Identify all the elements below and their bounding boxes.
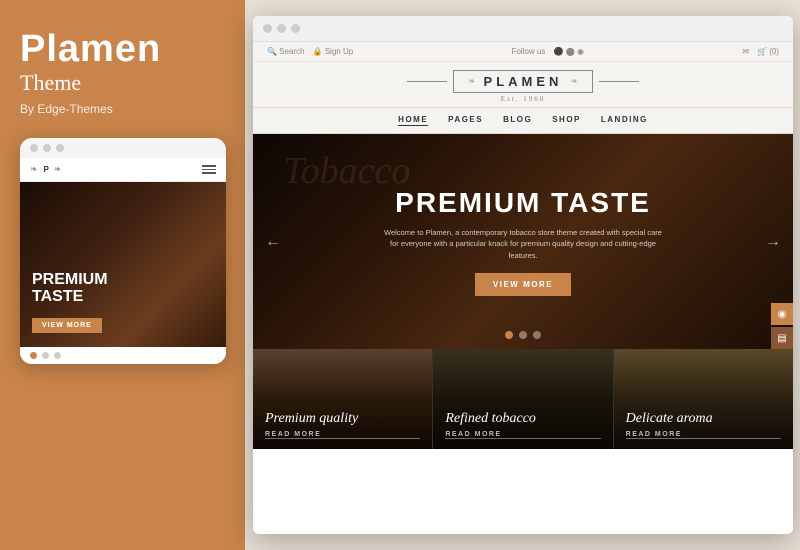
- follow-us-text: Follow us: [512, 47, 546, 56]
- nav-landing[interactable]: LANDING: [601, 115, 648, 126]
- site-top-bar-left: 🔍 Search 🔒 Sign Up: [267, 47, 353, 56]
- hero-main-title: PREMIUM TASTE: [383, 187, 663, 219]
- hero-sub-text: Welcome to Plamen, a contemporary tobacc…: [383, 227, 663, 261]
- feature-card-2-link[interactable]: READ MORE: [445, 431, 600, 439]
- hero-cta-button[interactable]: VIEW MORE: [475, 273, 571, 296]
- side-btn-2[interactable]: ▤: [771, 327, 793, 349]
- feature-card-3: Delicate aroma READ MORE: [614, 349, 793, 449]
- site-top-bar: 🔍 Search 🔒 Sign Up Follow us ⚫ ⬤ ◉ ✉ 🛒 (…: [253, 42, 793, 62]
- nav-shop[interactable]: SHOP: [552, 115, 581, 126]
- site-logo-area: ❧ PLAMEN ❧ Est. 1960: [253, 62, 793, 108]
- feature-card-1: Premium quality READ MORE: [253, 349, 433, 449]
- hero-slide-dots: [505, 331, 541, 339]
- site-nav: HOME PAGES BLOG SHOP LANDING: [253, 108, 793, 133]
- signup-link[interactable]: 🔒 Sign Up: [313, 47, 354, 56]
- brand-subtitle: Theme: [20, 70, 81, 96]
- right-side-buttons: ◉ ▤: [771, 303, 793, 349]
- hero-dot-1[interactable]: [505, 331, 513, 339]
- feature-card-1-title: Premium quality: [265, 411, 420, 427]
- site-header: 🔍 Search 🔒 Sign Up Follow us ⚫ ⬤ ◉ ✉ 🛒 (…: [253, 42, 793, 134]
- mobile-logo-deco-right: ❧: [54, 164, 64, 175]
- site-top-bar-right: ✉ 🛒 (0): [742, 47, 779, 56]
- nav-home[interactable]: HOME: [398, 115, 428, 126]
- mobile-slide-dots: [20, 347, 226, 364]
- mobile-hero: PREMIUMTASTE VIEW MORE: [20, 182, 226, 347]
- nav-pages[interactable]: PAGES: [448, 115, 483, 126]
- site-logo-text: PLAMEN: [484, 74, 563, 89]
- feature-card-2-title: Refined tobacco: [445, 411, 600, 427]
- feature-card-1-link[interactable]: READ MORE: [265, 431, 420, 439]
- logo-line-right: [599, 81, 639, 82]
- hero-arrow-right-icon[interactable]: →: [765, 233, 781, 251]
- brand-title: Plamen: [20, 30, 161, 68]
- site-top-bar-center: Follow us ⚫ ⬤ ◉: [512, 47, 584, 56]
- browser-chrome: [253, 16, 793, 42]
- left-panel: Plamen Theme By Edge-Themes ❧ P ❧ PREMIU…: [0, 0, 245, 550]
- browser-dot-3: [291, 24, 300, 33]
- site-logo-deco: ❧ PLAMEN ❧: [253, 70, 793, 93]
- cart-icon[interactable]: 🛒 (0): [757, 47, 779, 56]
- brand-by: By Edge-Themes: [20, 102, 113, 116]
- logo-flourish-left: ❧: [468, 76, 476, 87]
- side-btn-1[interactable]: ◉: [771, 303, 793, 325]
- feature-cards: Premium quality READ MORE Refined tobacc…: [253, 349, 793, 449]
- right-panel: 🔍 Search 🔒 Sign Up Follow us ⚫ ⬤ ◉ ✉ 🛒 (…: [245, 0, 800, 550]
- feature-card-3-title: Delicate aroma: [626, 411, 781, 427]
- mobile-dot-3: [56, 144, 64, 152]
- mobile-slide-dot-3[interactable]: [54, 352, 61, 359]
- site-hero: Tobacco PREMIUM TASTE Welcome to Plamen,…: [253, 134, 793, 349]
- mobile-logo-deco: ❧: [30, 164, 40, 175]
- nav-blog[interactable]: BLOG: [503, 115, 532, 126]
- browser-dot-2: [277, 24, 286, 33]
- logo-flourish-right: ❧: [570, 76, 578, 87]
- mobile-dot-1: [30, 144, 38, 152]
- mobile-logo-area: ❧ P ❧: [30, 164, 63, 175]
- mobile-hero-cta[interactable]: VIEW MORE: [32, 318, 102, 333]
- mobile-top-bar: [20, 138, 226, 158]
- mobile-logo-text: P: [44, 165, 50, 174]
- feature-card-3-link[interactable]: READ MORE: [626, 431, 781, 439]
- hero-dot-2[interactable]: [519, 331, 527, 339]
- mobile-hero-text: PREMIUMTASTE VIEW MORE: [32, 271, 214, 333]
- mobile-hero-title: PREMIUMTASTE: [32, 271, 214, 306]
- social-icons: ⚫ ⬤ ◉: [554, 47, 584, 56]
- feature-card-2: Refined tobacco READ MORE: [433, 349, 613, 449]
- browser-dot-1: [263, 24, 272, 33]
- mobile-nav-bar: ❧ P ❧: [20, 158, 226, 182]
- mobile-hamburger-icon[interactable]: [202, 165, 216, 174]
- hero-arrow-left-icon[interactable]: ←: [265, 233, 281, 251]
- hero-content: PREMIUM TASTE Welcome to Plamen, a conte…: [383, 187, 663, 296]
- site-logo-border: ❧ PLAMEN ❧: [453, 70, 593, 93]
- browser-window: 🔍 Search 🔒 Sign Up Follow us ⚫ ⬤ ◉ ✉ 🛒 (…: [253, 16, 793, 534]
- logo-line-left: [407, 81, 447, 82]
- search-link[interactable]: 🔍 Search: [267, 47, 305, 56]
- email-icon[interactable]: ✉: [742, 47, 749, 56]
- mobile-slide-dot-2[interactable]: [42, 352, 49, 359]
- hero-dot-3[interactable]: [533, 331, 541, 339]
- site-logo-est: Est. 1960: [253, 95, 793, 103]
- mobile-preview: ❧ P ❧ PREMIUMTASTE VIEW MORE: [20, 138, 226, 364]
- mobile-slide-dot-1[interactable]: [30, 352, 37, 359]
- mobile-dot-2: [43, 144, 51, 152]
